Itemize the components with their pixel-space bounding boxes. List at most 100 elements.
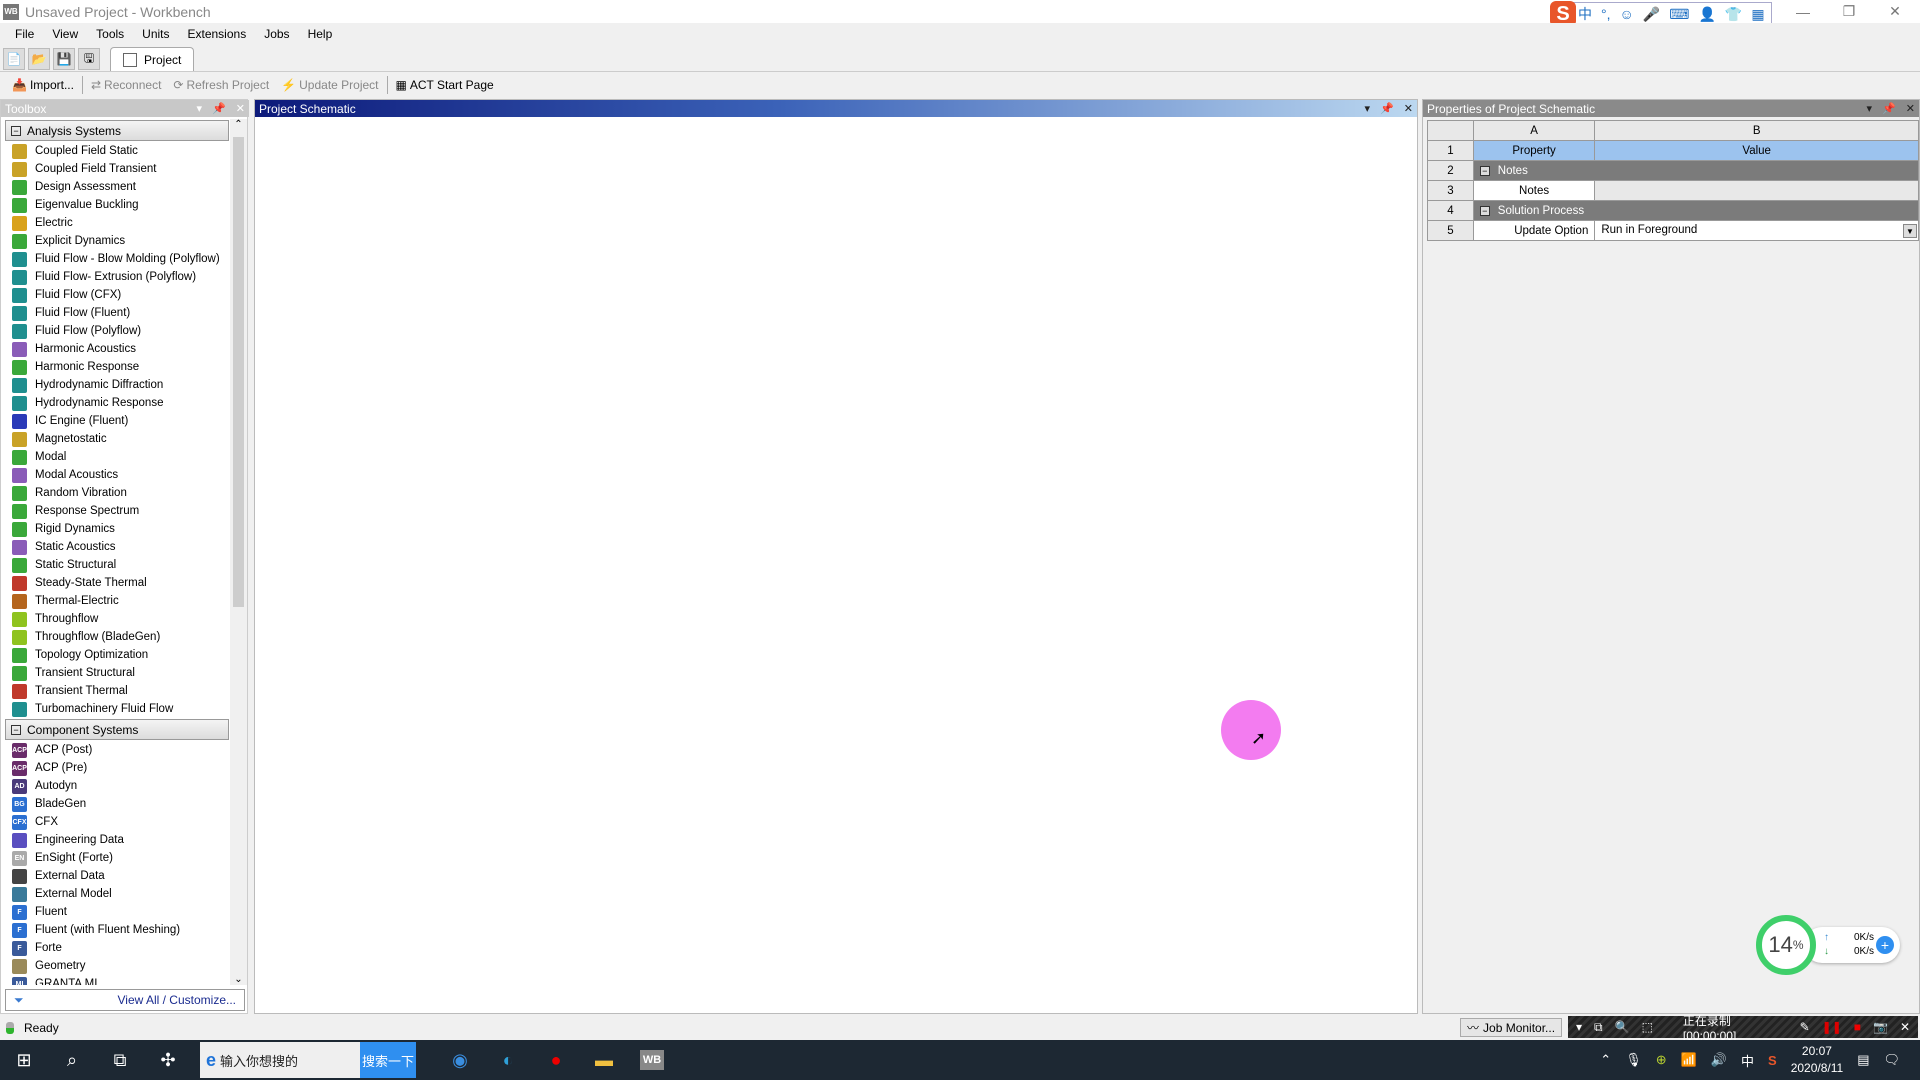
toolbox-item[interactable]: F Forte: [1, 939, 231, 957]
save-icon[interactable]: 💾: [53, 48, 75, 70]
pen-icon[interactable]: ✎: [1800, 1020, 1810, 1034]
toolbox-item[interactable]: Modal Acoustics: [1, 466, 231, 484]
toolbox-item[interactable]: Harmonic Acoustics: [1, 340, 231, 358]
category-notes[interactable]: − Notes: [1472, 160, 1920, 181]
toolbox-item[interactable]: Fluid Flow - Blow Molding (Polyflow): [1, 250, 231, 268]
microphone-icon[interactable]: 🎙: [1625, 1052, 1642, 1068]
windows-start-icon[interactable]: ⊞: [0, 1040, 48, 1080]
toolbox-item[interactable]: Eigenvalue Buckling: [1, 196, 231, 214]
ime-skin-icon[interactable]: 👕: [1725, 6, 1742, 23]
tab-project[interactable]: Project: [110, 47, 195, 71]
menu-extensions[interactable]: Extensions: [179, 27, 256, 41]
edge-browser-icon[interactable]: ◐: [484, 1040, 532, 1080]
toolbox-item[interactable]: Harmonic Response: [1, 358, 231, 376]
toolbox-item[interactable]: Hydrodynamic Response: [1, 394, 231, 412]
search-submit-button[interactable]: 搜索一下: [360, 1042, 416, 1078]
stop-icon[interactable]: ■: [1854, 1020, 1861, 1034]
ime-keyboard-icon[interactable]: ⌨: [1669, 6, 1689, 23]
recorder-window-icon[interactable]: ⧉: [1594, 1020, 1603, 1035]
toolbox-item[interactable]: F Fluent (with Fluent Meshing): [1, 921, 231, 939]
ime-emoji-icon[interactable]: ☺: [1620, 6, 1634, 22]
ime-menu-icon[interactable]: ▦: [1751, 6, 1764, 23]
camera-icon[interactable]: 📷: [1873, 1020, 1888, 1034]
toolbox-item[interactable]: Design Assessment: [1, 178, 231, 196]
pinwheel-app-icon[interactable]: ✣: [144, 1040, 192, 1080]
toolbox-item[interactable]: Throughflow: [1, 610, 231, 628]
ime-lang-icon[interactable]: 中: [1578, 4, 1592, 24]
toolbox-item[interactable]: Topology Optimization: [1, 646, 231, 664]
notes-icon[interactable]: ▤: [1857, 1052, 1869, 1068]
task-view-icon[interactable]: ⧉: [96, 1040, 144, 1080]
toolbox-item[interactable]: Static Acoustics: [1, 538, 231, 556]
toolbox-item[interactable]: ACP ACP (Post): [1, 741, 231, 759]
menu-file[interactable]: File: [6, 27, 43, 41]
pin-icon[interactable]: 📌: [212, 102, 226, 115]
toolbox-item[interactable]: Static Structural: [1, 556, 231, 574]
workbench-taskbar-icon[interactable]: WB: [628, 1040, 676, 1080]
recorder-close-icon[interactable]: ✕: [1900, 1020, 1910, 1034]
reconnect-button[interactable]: ⇄ Reconnect: [85, 78, 167, 92]
toolbox-item[interactable]: ACP ACP (Pre): [1, 759, 231, 777]
recorder-zoom-icon[interactable]: 🔍: [1615, 1020, 1630, 1034]
menu-units[interactable]: Units: [133, 27, 178, 41]
clock[interactable]: 20:07 2020/8/11: [1791, 1043, 1844, 1077]
input-language-indicator[interactable]: 中: [1741, 1051, 1754, 1070]
collapse-icon[interactable]: −: [1479, 205, 1490, 216]
toolbox-item[interactable]: Electric: [1, 214, 231, 232]
menu-help[interactable]: Help: [299, 27, 342, 41]
scroll-up-icon[interactable]: ⌃: [230, 119, 247, 130]
security-app-icon[interactable]: ⊕: [1656, 1052, 1667, 1068]
toolbox-item[interactable]: Random Vibration: [1, 484, 231, 502]
toolbox-item[interactable]: Turbomachinery Fluid Flow: [1, 700, 231, 718]
recorder-app-icon[interactable]: ●: [532, 1040, 580, 1080]
toolbox-item[interactable]: Fluid Flow- Extrusion (Polyflow): [1, 268, 231, 286]
ime-user-icon[interactable]: 👤: [1698, 6, 1715, 23]
dropdown-icon[interactable]: ▾: [1867, 102, 1873, 115]
component-systems-group[interactable]: − Component Systems: [5, 719, 229, 740]
recorder-menu-icon[interactable]: ▾: [1576, 1020, 1582, 1034]
minimize-button[interactable]: —: [1780, 0, 1826, 23]
table-row[interactable]: 4− Solution Process: [1427, 200, 1920, 221]
restore-button[interactable]: ❐: [1826, 0, 1872, 23]
scroll-thumb[interactable]: [233, 137, 244, 607]
toolbox-item[interactable]: BG BladeGen: [1, 795, 231, 813]
search-icon[interactable]: ⌕: [48, 1040, 96, 1080]
toolbox-item[interactable]: Explicit Dynamics: [1, 232, 231, 250]
collapse-icon[interactable]: −: [1479, 165, 1490, 176]
action-center-icon[interactable]: 🗨: [1883, 1052, 1900, 1068]
new-project-icon[interactable]: 📄: [3, 48, 25, 70]
toolbox-scrollbar[interactable]: ⌃ ⌄: [230, 119, 247, 985]
ime-punct-icon[interactable]: °,: [1601, 6, 1611, 22]
toolbox-item[interactable]: Fluid Flow (CFX): [1, 286, 231, 304]
update-project-button[interactable]: ⚡ Update Project: [275, 78, 384, 92]
dropdown-icon[interactable]: ▾: [197, 102, 203, 115]
pause-icon[interactable]: ❚❚: [1822, 1020, 1842, 1034]
recorder-region-icon[interactable]: ⬚: [1642, 1020, 1653, 1034]
close-icon[interactable]: ✕: [236, 102, 245, 115]
tray-expand-icon[interactable]: ⌃: [1600, 1052, 1611, 1068]
open-project-icon[interactable]: 📂: [28, 48, 50, 70]
network-monitor-widget[interactable]: ↑ 0K/s ↓ 0K/s + 14%: [1756, 915, 1901, 975]
import-button[interactable]: 📥 Import...: [6, 78, 80, 92]
scroll-down-icon[interactable]: ⌄: [230, 974, 247, 985]
pin-icon[interactable]: 📌: [1882, 102, 1896, 115]
toolbox-item[interactable]: Coupled Field Transient: [1, 160, 231, 178]
toolbox-item[interactable]: Engineering Data: [1, 831, 231, 849]
dropdown-arrow-icon[interactable]: ▼: [1903, 223, 1917, 238]
job-monitor-button[interactable]: 〰 Job Monitor...: [1460, 1018, 1563, 1037]
view-all-customize-link[interactable]: View All / Customize...: [118, 993, 237, 1007]
ime-voice-icon[interactable]: 🎤: [1643, 6, 1660, 23]
save-as-icon[interactable]: 🖫: [78, 48, 100, 70]
filter-icon[interactable]: ⏷: [14, 993, 24, 1008]
menu-tools[interactable]: Tools: [87, 27, 133, 41]
close-button[interactable]: ✕: [1872, 0, 1918, 23]
update-option-select[interactable]: Run in Foreground ▼: [1594, 220, 1919, 241]
sogou-tray-icon[interactable]: S: [1768, 1053, 1777, 1068]
toolbox-item[interactable]: Coupled Field Static: [1, 142, 231, 160]
toolbox-item[interactable]: Throughflow (BladeGen): [1, 628, 231, 646]
analysis-systems-group[interactable]: − Analysis Systems: [5, 120, 229, 141]
toolbox-item[interactable]: EN EnSight (Forte): [1, 849, 231, 867]
act-start-page-button[interactable]: ▦ ACT Start Page: [390, 78, 500, 92]
toolbox-item[interactable]: Rigid Dynamics: [1, 520, 231, 538]
toolbox-item[interactable]: Fluid Flow (Polyflow): [1, 322, 231, 340]
